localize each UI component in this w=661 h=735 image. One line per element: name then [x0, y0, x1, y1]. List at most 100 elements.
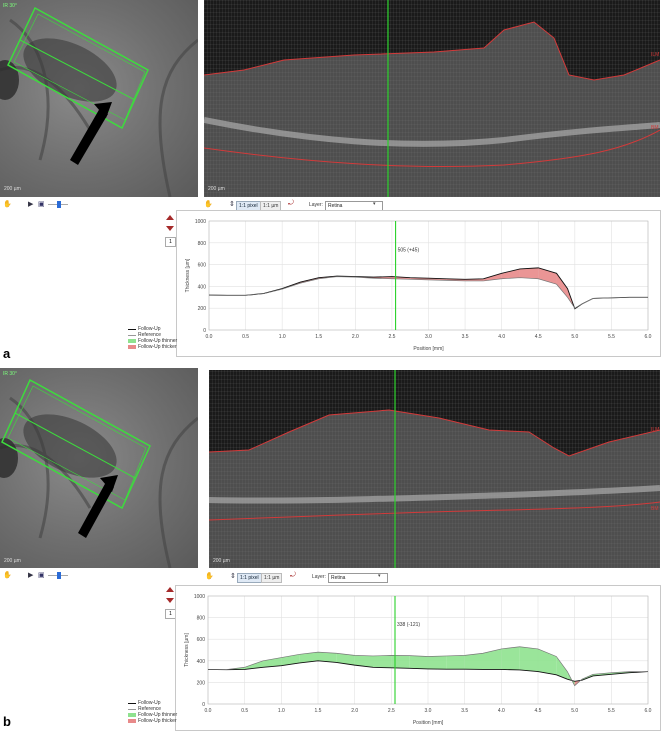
- fundus-overlay-a: [0, 0, 198, 197]
- layer-label: Layer:: [312, 574, 326, 580]
- oct-bm-label: BM: [651, 506, 659, 512]
- legend-item-thicker: Follow-Up thicker: [128, 344, 177, 350]
- save-icon[interactable]: ▣: [38, 200, 45, 208]
- play-icon[interactable]: ▶: [28, 571, 33, 579]
- x-tick-label: 0.5: [241, 708, 248, 714]
- thinner-area-segment: [391, 655, 409, 668]
- x-tick-label: 5.0: [571, 708, 578, 714]
- fundus-tag: IR 30°: [3, 3, 17, 9]
- fundus-image-b: IR 30° 200 µm: [0, 368, 198, 568]
- y-tick-label: 600: [198, 263, 207, 269]
- slider-thumb[interactable]: [57, 572, 61, 579]
- oct-bscan-a: ILM BM 200 µm: [204, 0, 660, 197]
- x-tick-label: 3.0: [425, 334, 432, 340]
- x-tick-label: 4.5: [535, 708, 542, 714]
- thickness-chart-a: 020040060080010000.00.51.01.52.02.53.03.…: [176, 210, 661, 357]
- x-tick-label: 6.0: [645, 708, 652, 714]
- x-axis-label: Position [mm]: [413, 720, 444, 726]
- thinner-area-segment: [428, 656, 446, 669]
- x-tick-label: 4.5: [535, 334, 542, 340]
- slider-thumb[interactable]: [57, 201, 61, 208]
- oct-bm-label: BM: [651, 125, 659, 131]
- y-tick-label: 600: [197, 637, 206, 643]
- thinner-area-segment: [373, 655, 391, 667]
- oct-bscan-b: ILM BM 200 µm: [209, 370, 660, 568]
- save-icon[interactable]: ▣: [38, 571, 45, 579]
- x-tick-label: 6.0: [645, 334, 652, 340]
- x-tick-label: 3.5: [462, 334, 469, 340]
- y-tick-label: 400: [197, 659, 206, 665]
- thickness-chart-svg-b: 020040060080010000.00.51.01.52.02.53.03.…: [176, 586, 660, 730]
- x-tick-label: 1.5: [315, 334, 322, 340]
- y-axis-label: Thickness [µm]: [185, 258, 191, 292]
- page-number: 1: [165, 237, 176, 247]
- thinner-area-segment: [501, 647, 519, 670]
- y-tick-label: 1000: [194, 594, 205, 600]
- x-tick-label: 2.0: [351, 708, 358, 714]
- thinner-area-segment: [410, 656, 428, 669]
- x-tick-label: 0.5: [242, 334, 249, 340]
- oct-overlay-a: [204, 0, 660, 197]
- x-tick-label: 5.5: [608, 708, 615, 714]
- oct-scale-label: 200 µm: [213, 558, 230, 564]
- chevron-down-icon[interactable]: ▾: [373, 201, 376, 207]
- hand-icon[interactable]: ✋: [205, 572, 214, 580]
- y-tick-label: 1000: [195, 219, 206, 225]
- y-tick-label: 800: [198, 241, 207, 247]
- hand-icon[interactable]: ✋: [3, 200, 12, 208]
- x-tick-label: 3.5: [461, 708, 468, 714]
- hand-icon[interactable]: ✋: [3, 571, 12, 579]
- x-tick-label: 5.0: [571, 334, 578, 340]
- x-tick-label: 0.0: [205, 708, 212, 714]
- prev-arrow-icon[interactable]: [166, 587, 174, 592]
- fundus-scale-label: 200 µm: [4, 186, 21, 192]
- oct-scale-label: 200 µm: [208, 186, 225, 192]
- one-to-one-pixel-button[interactable]: 1:1 pixel: [237, 573, 262, 583]
- one-to-one-um-button[interactable]: 1:1 µm: [261, 573, 282, 583]
- y-tick-label: 200: [197, 680, 206, 686]
- fundus-overlay-b: [0, 368, 198, 568]
- x-tick-label: 0.0: [206, 334, 213, 340]
- legend-b: Follow-Up Reference Follow-Up thinner Fo…: [128, 700, 177, 724]
- legend-item-thicker: Follow-Up thicker: [128, 718, 177, 724]
- thinner-area-segment: [465, 653, 483, 669]
- x-tick-label: 1.0: [278, 708, 285, 714]
- x-tick-label: 1.5: [315, 708, 322, 714]
- segmentation-tool-icon[interactable]: ⤾: [288, 200, 294, 208]
- thicker-area-segment: [520, 268, 538, 279]
- next-arrow-icon[interactable]: [166, 226, 174, 231]
- fit-icon[interactable]: ⇕: [229, 200, 235, 208]
- x-tick-label: 4.0: [498, 334, 505, 340]
- play-icon[interactable]: ▶: [28, 200, 33, 208]
- fundus-image-a: IR 30° 200 µm: [0, 0, 198, 197]
- thicker-area-segment: [557, 273, 568, 297]
- segmentation-tool-icon[interactable]: ⤾: [290, 572, 296, 580]
- x-tick-label: 2.5: [388, 334, 395, 340]
- oct-overlay-b: [209, 370, 660, 568]
- next-arrow-icon[interactable]: [166, 598, 174, 603]
- cursor-value-label: 505 (+45): [398, 248, 420, 254]
- x-axis-label: Position [mm]: [413, 346, 444, 352]
- layer-label: Layer:: [309, 202, 323, 208]
- x-tick-label: 1.0: [279, 334, 286, 340]
- thickness-chart-b: 020040060080010000.00.51.01.52.02.53.03.…: [175, 585, 661, 731]
- thinner-area-segment: [446, 655, 464, 669]
- fit-icon[interactable]: ⇕: [230, 572, 236, 580]
- legend-a: Follow-Up Reference Follow-Up thinner Fo…: [128, 326, 177, 350]
- x-tick-label: 5.5: [608, 334, 615, 340]
- y-tick-label: 400: [198, 284, 207, 290]
- x-tick-label: 2.5: [388, 708, 395, 714]
- y-tick-label: 200: [198, 306, 207, 312]
- prev-arrow-icon[interactable]: [166, 215, 174, 220]
- y-axis-label: Thickness [µm]: [184, 633, 190, 667]
- x-tick-label: 4.0: [498, 708, 505, 714]
- y-tick-label: 800: [197, 616, 206, 622]
- thinner-area-segment: [483, 649, 501, 670]
- fundus-scale-label: 200 µm: [4, 558, 21, 564]
- fundus-tag: IR 30°: [3, 371, 17, 377]
- oct-ilm-label: ILM: [651, 52, 659, 58]
- hand-icon[interactable]: ✋: [204, 200, 213, 208]
- chevron-down-icon[interactable]: ▾: [378, 573, 381, 579]
- thickness-chart-svg-a: 020040060080010000.00.51.01.52.02.53.03.…: [177, 211, 660, 356]
- thinner-area-segment: [520, 647, 538, 672]
